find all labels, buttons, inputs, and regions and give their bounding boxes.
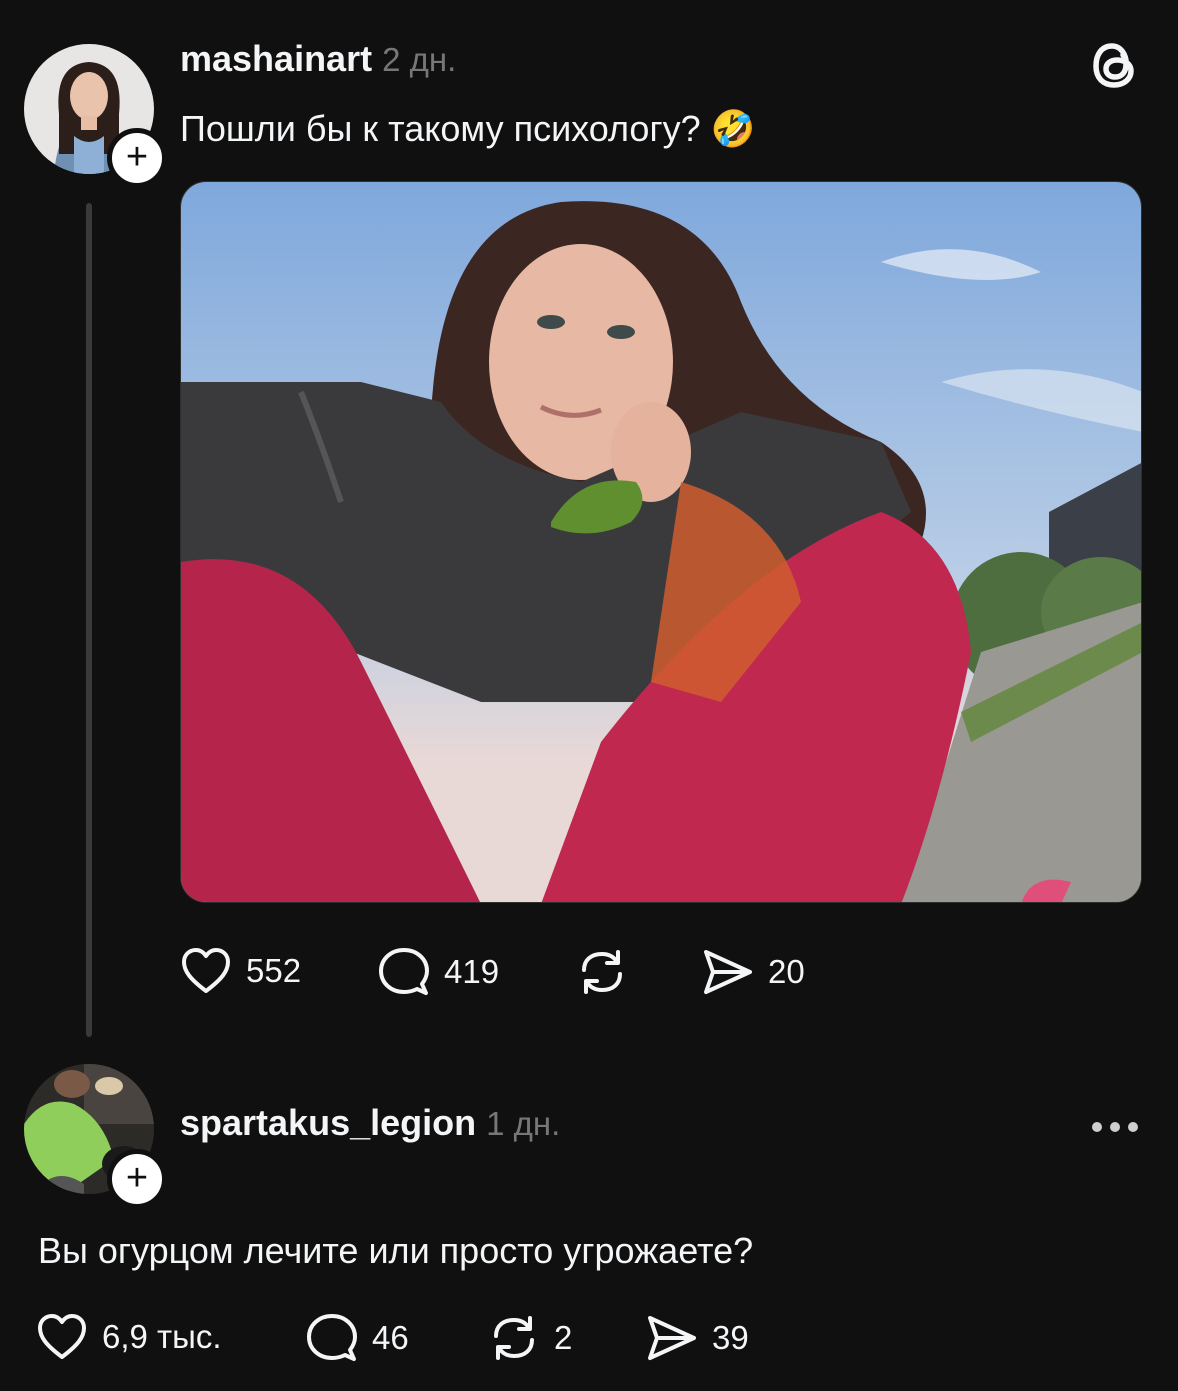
reply-repost-count: 2 (554, 1319, 573, 1356)
reply-like-button[interactable]: 6,9 тыс. (36, 1312, 222, 1362)
reply-count: 419 (444, 953, 500, 990)
like-button[interactable]: 552 (180, 946, 301, 996)
reply-username[interactable]: spartakus_legion (180, 1102, 476, 1144)
reply-text: Вы огурцом лечите или просто угрожаете? (38, 1230, 754, 1271)
repost-button[interactable] (576, 946, 642, 998)
share-count: 20 (768, 953, 805, 990)
post-header: mashainart 2 дн. (180, 38, 456, 82)
plus-icon: + (125, 136, 149, 178)
plus-icon: + (125, 1157, 149, 1199)
repost-icon (576, 946, 628, 998)
like-count: 552 (246, 952, 302, 989)
send-icon (702, 946, 754, 998)
thread-line (86, 203, 92, 1037)
threads-logo-icon[interactable] (1088, 38, 1142, 97)
reply-button[interactable]: 419 (378, 946, 499, 998)
post-username[interactable]: mashainart (180, 38, 372, 80)
reply-reply-button[interactable]: 46 (306, 1312, 409, 1364)
heart-icon (36, 1312, 88, 1362)
post-text: Пошли бы к такому психологу? 🤣 (180, 108, 756, 149)
reply-like-count: 6,9 тыс. (102, 1318, 222, 1355)
share-button[interactable]: 20 (702, 946, 805, 998)
follow-button[interactable]: + (107, 128, 167, 188)
reply-time: 1 дн. (486, 1105, 561, 1142)
reply-repost-button[interactable]: 2 (488, 1312, 572, 1364)
reply-follow-button[interactable]: + (107, 1149, 167, 1209)
reply-header: spartakus_legion 1 дн. (180, 1102, 560, 1146)
post-photo[interactable] (180, 181, 1142, 903)
send-icon (646, 1312, 698, 1364)
post-time: 2 дн. (382, 41, 457, 78)
repost-icon (488, 1312, 540, 1364)
comment-icon (306, 1312, 358, 1364)
comment-icon (378, 946, 430, 998)
reply-share-count: 39 (712, 1319, 749, 1356)
reply-share-button[interactable]: 39 (646, 1312, 749, 1364)
more-options-icon[interactable] (1090, 1118, 1140, 1141)
reply-reply-count: 46 (372, 1319, 409, 1356)
heart-icon (180, 946, 232, 996)
